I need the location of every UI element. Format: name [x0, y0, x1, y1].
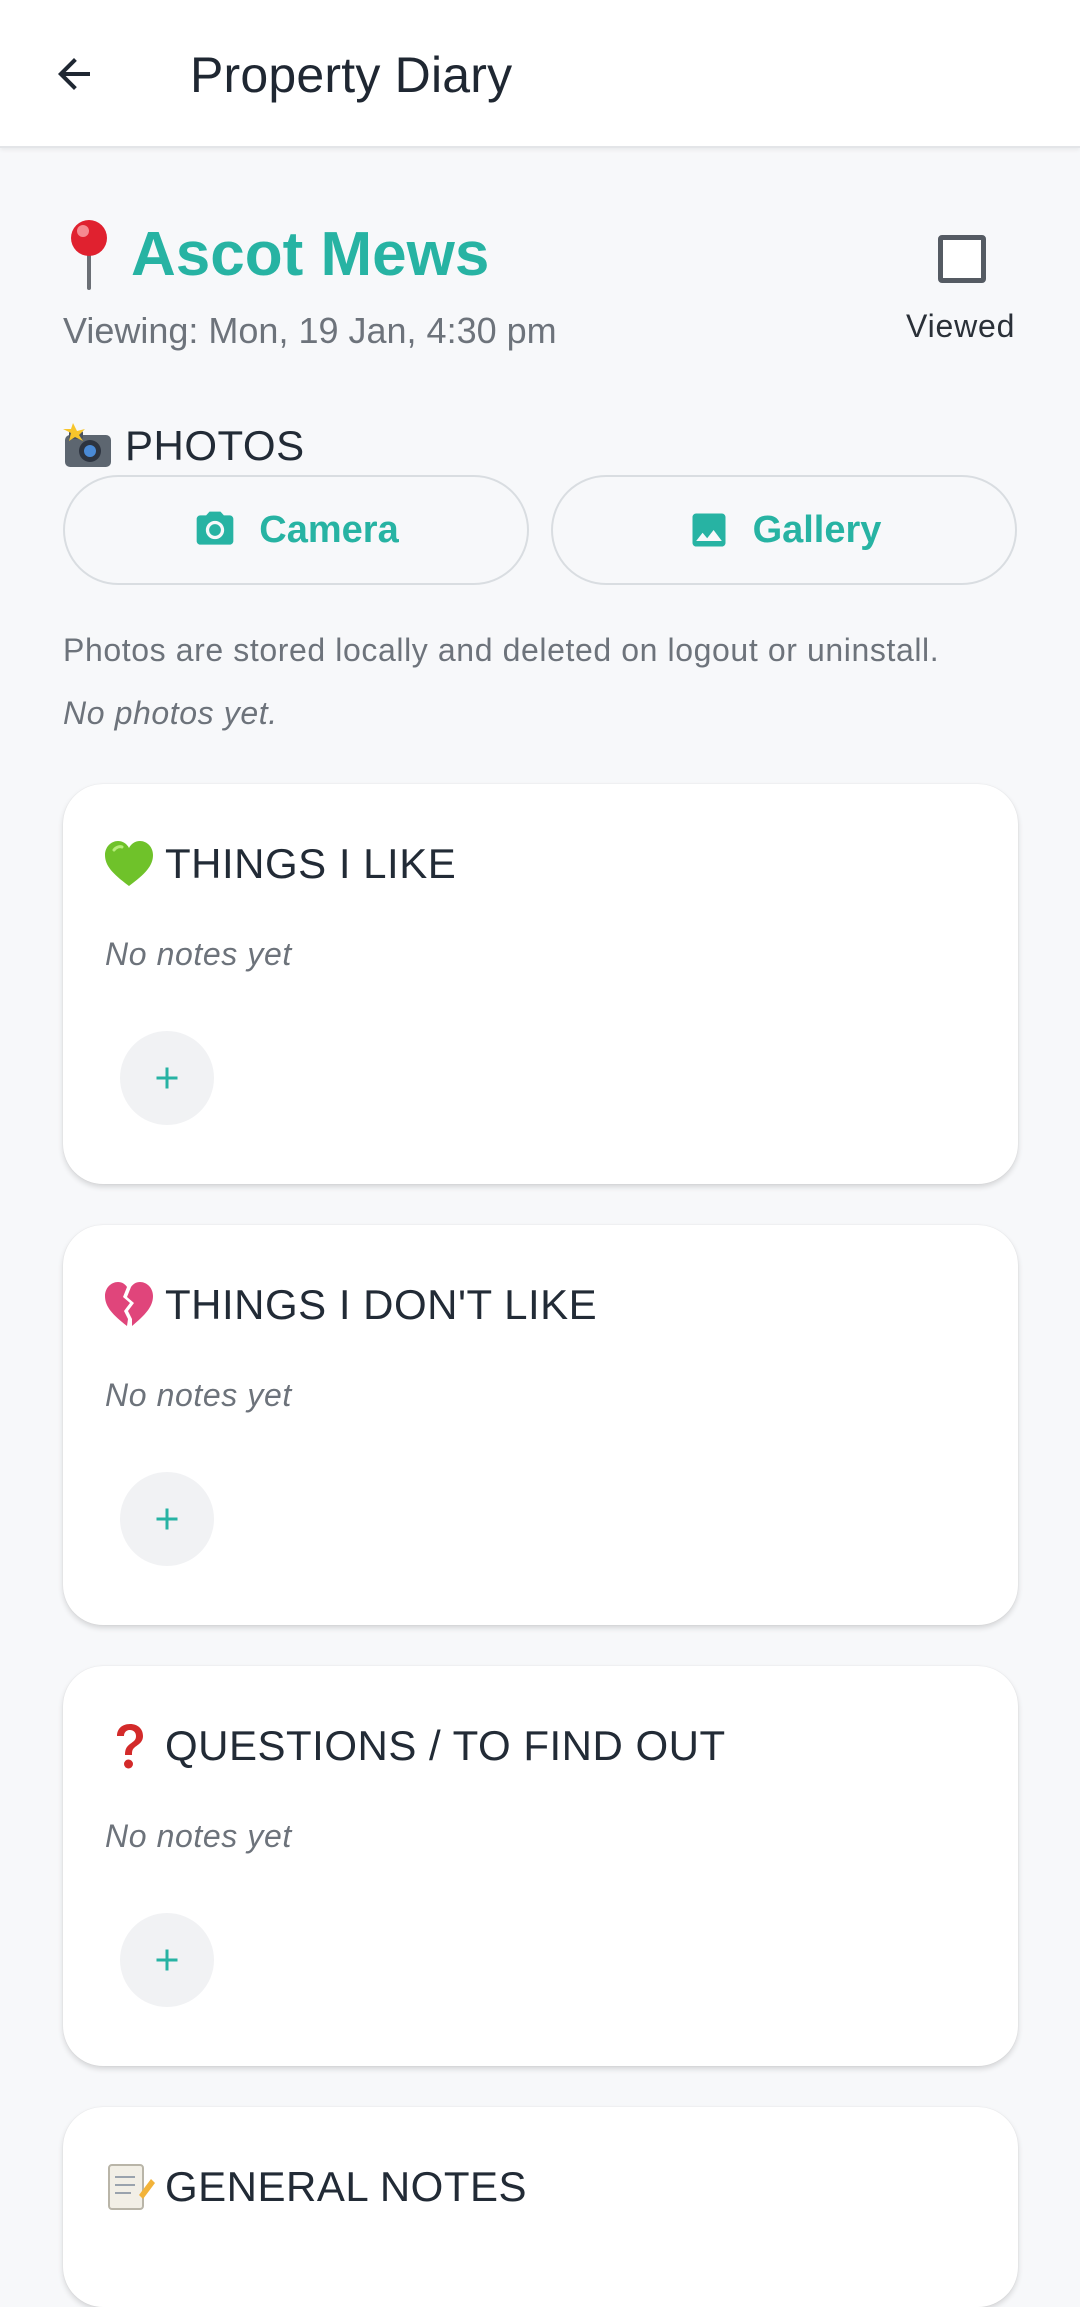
gallery-button[interactable]: Gallery: [551, 475, 1017, 585]
photos-heading: PHOTOS: [63, 418, 305, 474]
dislikes-card-title: THINGS I DON'T LIKE: [103, 1275, 597, 1335]
questions-card: QUESTIONS / TO FIND OUT No notes yet: [63, 1666, 1018, 2066]
plus-icon: [156, 1949, 178, 1971]
photo-storage-note: Photos are stored locally and deleted on…: [63, 632, 940, 668]
viewing-time: Viewing: Mon, 19 Jan, 4:30 pm: [63, 310, 557, 351]
camera-button[interactable]: Camera: [63, 475, 529, 585]
gallery-button-label: Gallery: [752, 508, 882, 551]
add-dislike-button[interactable]: [120, 1472, 214, 1566]
plus-icon: [156, 1508, 178, 1530]
camera-button-label: Camera: [259, 508, 399, 551]
dislikes-card-label: THINGS I DON'T LIKE: [165, 1281, 598, 1328]
property-name: Ascot Mews: [131, 219, 490, 289]
likes-card-label: THINGS I LIKE: [165, 840, 457, 887]
camera-icon: [196, 511, 234, 545]
plus-icon: [156, 1067, 178, 1089]
broken-heart-icon: [105, 1282, 153, 1326]
property-header: Ascot Mews: [63, 218, 1018, 290]
likes-empty-text: No notes yet: [105, 936, 292, 972]
add-question-button[interactable]: [120, 1913, 214, 2007]
add-like-button[interactable]: [120, 1031, 214, 1125]
app-bar: Property Diary: [0, 0, 1080, 148]
camera-flash-icon: [63, 423, 111, 467]
general-notes-card-label: GENERAL NOTES: [165, 2163, 528, 2210]
photos-heading-label: PHOTOS: [125, 422, 305, 469]
green-heart-icon: [105, 841, 153, 886]
viewed-label: Viewed: [906, 308, 1016, 344]
dislikes-card: THINGS I DON'T LIKE No notes yet: [63, 1225, 1018, 1625]
pushpin-icon: [71, 220, 107, 290]
question-mark-icon: [117, 1724, 143, 1769]
questions-card-label: QUESTIONS / TO FIND OUT: [165, 1722, 726, 1769]
page-title: Property Diary: [190, 47, 513, 103]
no-photos-text: No photos yet.: [63, 695, 278, 731]
likes-card-title: THINGS I LIKE: [103, 834, 456, 894]
image-icon: [692, 513, 726, 547]
viewed-checkbox[interactable]: [938, 235, 986, 283]
arrow-back-icon: [58, 58, 90, 90]
memo-icon: [108, 2164, 155, 2210]
general-notes-card: GENERAL NOTES: [63, 2107, 1018, 2307]
general-notes-card-title: GENERAL NOTES: [103, 2157, 527, 2217]
dislikes-empty-text: No notes yet: [105, 1377, 292, 1413]
likes-card: THINGS I LIKE No notes yet: [63, 784, 1018, 1184]
back-button[interactable]: [44, 44, 104, 104]
questions-empty-text: No notes yet: [105, 1818, 292, 1854]
questions-card-title: QUESTIONS / TO FIND OUT: [103, 1716, 726, 1776]
